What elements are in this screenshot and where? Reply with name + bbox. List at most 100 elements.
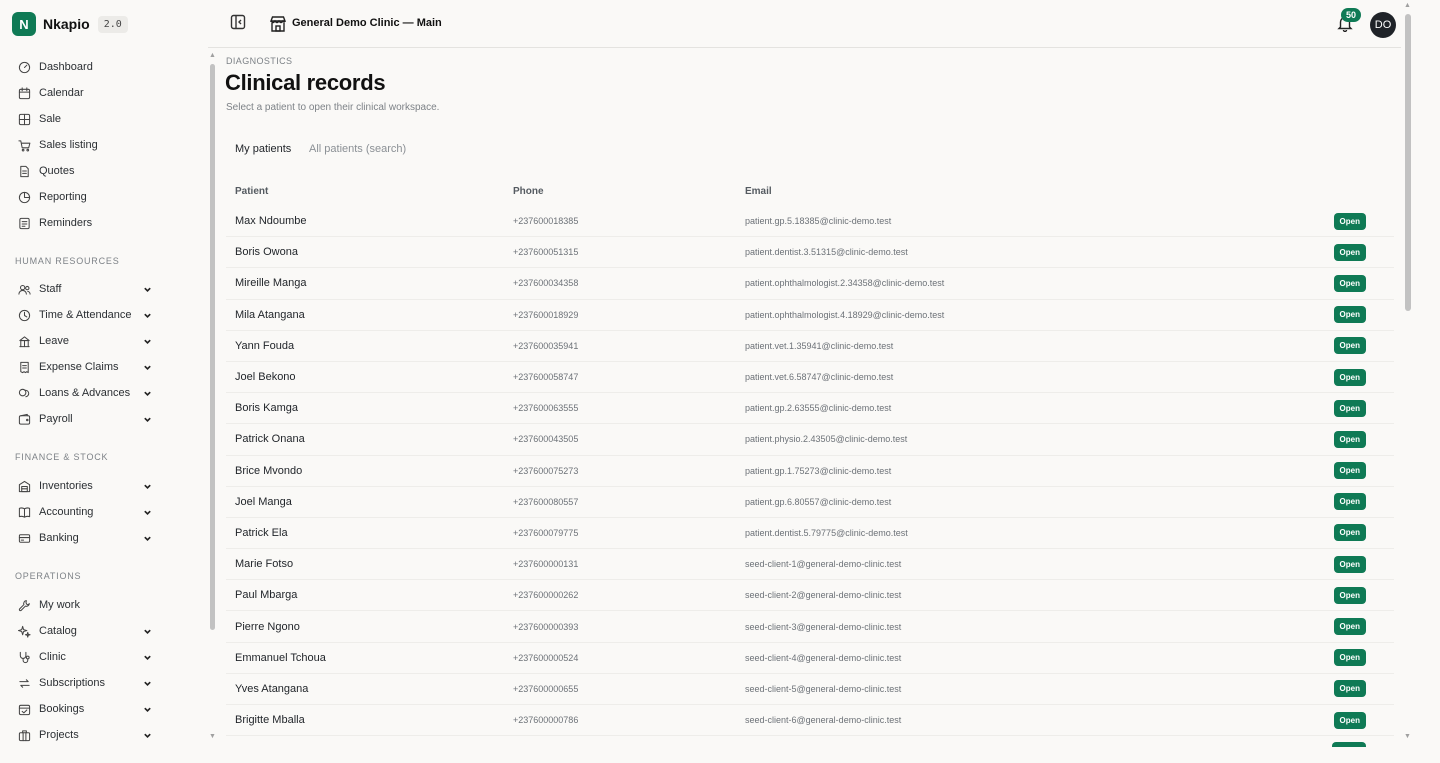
open-button[interactable]: Open bbox=[1333, 680, 1366, 698]
open-button[interactable]: Open bbox=[1333, 274, 1366, 292]
open-button[interactable]: Open bbox=[1333, 243, 1366, 261]
sidebar-scroll-down-arrow[interactable]: ▼ bbox=[209, 733, 216, 740]
clinic-selector[interactable]: General Demo Clinic — Main bbox=[292, 17, 442, 29]
sidebar-item-payroll[interactable]: Payroll bbox=[18, 409, 152, 429]
open-button[interactable]: Open bbox=[1333, 524, 1366, 542]
sidebar-item-label: My work bbox=[39, 599, 80, 611]
open-button[interactable]: Open bbox=[1333, 462, 1366, 480]
sidebar-item-label: Sale bbox=[39, 113, 62, 125]
sidebar-item-reminders[interactable]: Reminders bbox=[18, 213, 152, 233]
table-row[interactable]: Paul Mbarga +237600000262 seed-client-2@ge… bbox=[226, 580, 1394, 612]
open-button[interactable]: Open bbox=[1333, 586, 1366, 604]
sidebar-item-sales-listing[interactable]: Sales listing bbox=[18, 135, 152, 155]
patient-name: Mila Atangana bbox=[235, 308, 305, 321]
sidebar-item-time-attendance[interactable]: Time & Attendance bbox=[18, 305, 152, 325]
table-row[interactable]: Yves Atangana +237600000655 seed-client-5@… bbox=[226, 674, 1394, 705]
sidebar-item-projects[interactable]: Projects bbox=[18, 725, 152, 745]
sidebar-item-reporting[interactable]: Reporting bbox=[18, 187, 152, 207]
patient-phone: +237600018929 bbox=[513, 309, 579, 320]
table-row[interactable]: Boris Kamga +237600063555 patient.gp.2.635… bbox=[226, 393, 1394, 425]
sidebar-item-staff[interactable]: Staff bbox=[18, 279, 152, 299]
main-scroll-down-arrow[interactable]: ▼ bbox=[1404, 733, 1411, 740]
chevron-down-icon bbox=[144, 681, 151, 686]
patient-email: patient.dentist.3.51315@clinic-demo.test bbox=[745, 247, 908, 258]
patient-phone: +237600043505 bbox=[513, 434, 579, 445]
table-row[interactable]: Patrick Onana +237600043505 patient.physio… bbox=[226, 424, 1394, 456]
open-button[interactable]: Open bbox=[1333, 493, 1366, 511]
sidebar-item-label: Accounting bbox=[39, 506, 94, 518]
patient-name: Marie Fotso bbox=[235, 558, 294, 571]
row-action: Open bbox=[1324, 555, 1394, 573]
open-button[interactable]: Open bbox=[1333, 711, 1366, 729]
table-row[interactable]: Patrick Ela +237600079775 patient.dentist.… bbox=[226, 518, 1394, 550]
open-button[interactable]: Open bbox=[1333, 555, 1366, 573]
sidebar-item-bookings[interactable]: Bookings bbox=[18, 699, 152, 719]
row-action: Open bbox=[1324, 524, 1394, 542]
section-title-operations: OPERATIONS bbox=[15, 571, 82, 581]
table-row[interactable]: Pierre Ngono +237600000393 seed-client-3@g… bbox=[226, 611, 1394, 643]
sidebar-item-sale[interactable]: Sale bbox=[18, 109, 152, 129]
sidebar-item-clinic[interactable]: Clinic bbox=[18, 647, 152, 667]
sidebar-item-inventories[interactable]: Inventories bbox=[18, 476, 152, 496]
main-scrollbar[interactable] bbox=[1405, 14, 1411, 311]
sidebar-item-banking[interactable]: Banking bbox=[18, 528, 152, 548]
table-row[interactable]: Emmanuel Tchoua +237600000524 seed-client-… bbox=[226, 643, 1394, 674]
coins-icon bbox=[18, 388, 30, 397]
sidebar-item-quotes[interactable]: Quotes bbox=[18, 161, 152, 181]
sidebar-scrollbar[interactable] bbox=[210, 64, 215, 630]
open-button-partial[interactable] bbox=[1332, 742, 1366, 747]
sidebar-item-catalog[interactable]: Catalog bbox=[18, 621, 152, 641]
sidebar-item-label: Calendar bbox=[39, 87, 84, 99]
row-action: Open bbox=[1324, 212, 1394, 230]
table-row[interactable]: Joel Bekono +237600058747 patient.vet.6.58… bbox=[226, 362, 1394, 394]
table-row[interactable]: Mireille Manga +237600034358 patient.ophth… bbox=[226, 268, 1394, 300]
sidebar-item-label: Banking bbox=[39, 532, 79, 544]
main-scroll-up-arrow[interactable]: ▲ bbox=[1404, 2, 1411, 9]
open-button[interactable]: Open bbox=[1333, 618, 1366, 636]
table-row[interactable]: Yann Fouda +237600035941 patient.vet.1.359… bbox=[226, 331, 1394, 362]
patient-phone: +237600000131 bbox=[513, 559, 579, 570]
sidebar-item-my-work[interactable]: My work bbox=[18, 595, 152, 615]
sidebar-item-dashboard[interactable]: Dashboard bbox=[18, 57, 152, 77]
open-button[interactable]: Open bbox=[1333, 399, 1366, 417]
sidebar-item-accounting[interactable]: Accounting bbox=[18, 502, 152, 522]
open-button[interactable]: Open bbox=[1333, 430, 1366, 448]
table-row[interactable]: Brigitte Mballa +237600000786 seed-client-… bbox=[226, 705, 1394, 737]
user-avatar[interactable]: DO bbox=[1370, 12, 1396, 38]
sidebar-scroll-up-arrow[interactable]: ▲ bbox=[209, 52, 216, 59]
sidebar-item-leave[interactable]: Leave bbox=[18, 331, 152, 351]
tab-my-patients[interactable]: My patients bbox=[235, 143, 291, 155]
chevron-down-icon bbox=[144, 417, 151, 422]
table-row[interactable]: Boris Owona +237600051315 patient.dentist.… bbox=[226, 237, 1394, 269]
stethoscope-icon bbox=[19, 651, 30, 663]
patient-email: patient.gp.2.63555@clinic-demo.test bbox=[745, 403, 892, 414]
brand[interactable]: N Nkapio 2.0 bbox=[12, 12, 128, 36]
open-button[interactable]: Open bbox=[1333, 368, 1366, 386]
calendar-check-icon bbox=[18, 704, 31, 715]
table-row[interactable]: Marie Fotso +237600000131 seed-client-1@ge… bbox=[226, 549, 1394, 581]
table-row[interactable]: Mila Atangana +237600018929 patient.ophtha… bbox=[226, 300, 1394, 331]
table-row[interactable]: Max Ndoumbe +237600018385 patient.gp.5.183… bbox=[226, 206, 1394, 238]
patient-name: Emmanuel Tchoua bbox=[235, 651, 326, 664]
open-button[interactable]: Open bbox=[1333, 649, 1366, 667]
app-logo: N bbox=[12, 12, 36, 36]
breadcrumb: DIAGNOSTICS bbox=[226, 56, 293, 66]
patient-phone: +237600035941 bbox=[513, 340, 579, 351]
table-row[interactable]: Brice Mvondo +237600075273 patient.gp.1.75… bbox=[226, 456, 1394, 487]
sidebar-item-loans-advances[interactable]: Loans & Advances bbox=[18, 383, 152, 403]
sidebar-item-label: Time & Attendance bbox=[39, 309, 132, 321]
leave-icon bbox=[19, 335, 30, 347]
clock-icon bbox=[18, 309, 31, 321]
row-action: Open bbox=[1324, 493, 1394, 511]
open-button[interactable]: Open bbox=[1333, 306, 1366, 324]
sidebar-item-subscriptions[interactable]: Subscriptions bbox=[18, 673, 152, 693]
table-row[interactable]: Joel Manga +237600080557 patient.gp.6.8055… bbox=[226, 487, 1394, 518]
sidebar-item-label: Reporting bbox=[39, 191, 87, 203]
open-button[interactable]: Open bbox=[1333, 337, 1366, 355]
patient-email: patient.ophthalmologist.4.18929@clinic-d… bbox=[745, 309, 945, 320]
sidebar-toggle-icon[interactable] bbox=[230, 14, 246, 30]
sidebar-item-calendar[interactable]: Calendar bbox=[18, 83, 152, 103]
sidebar-item-expense-claims[interactable]: Expense Claims bbox=[18, 357, 152, 377]
open-button[interactable]: Open bbox=[1333, 212, 1366, 230]
tab-all-patients[interactable]: All patients (search) bbox=[309, 143, 406, 155]
